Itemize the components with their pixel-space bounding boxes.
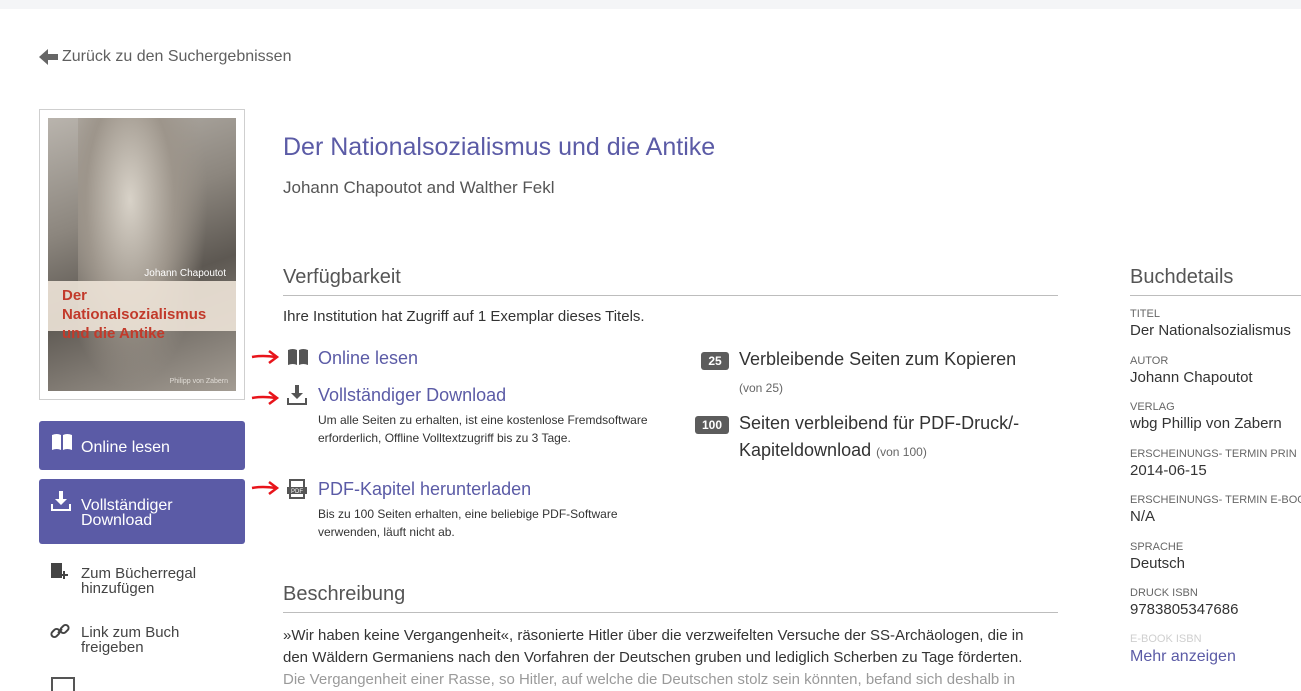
print-quota-label-line2: Kapiteldownload (von 100) <box>739 440 927 461</box>
red-arrow-icon <box>251 391 280 405</box>
full-download-button-label: Vollständiger Download <box>81 497 173 529</box>
book-cover: Johann Chapoutot Der Nationalsozialismus… <box>39 109 245 400</box>
svg-text:PDF: PDF <box>291 489 303 495</box>
add-to-bookshelf-label: Zum Bücherregal hinzufügen <box>81 565 197 597</box>
book-details-heading: Buchdetails <box>1130 266 1301 296</box>
read-online-button-label: Online lesen <box>81 439 170 456</box>
copy-quota-badge: 25 <box>701 352 729 370</box>
full-download-button[interactable]: Vollständiger Download <box>39 479 245 544</box>
detail-label: E-Book ISBN <box>1130 633 1202 645</box>
read-online-button[interactable]: Online lesen <box>39 421 245 470</box>
book-open-icon <box>288 349 308 365</box>
arrow-left-icon <box>39 49 58 65</box>
red-arrow-icon <box>251 481 280 495</box>
description-heading: Beschreibung <box>283 583 1058 613</box>
add-bookshelf-icon <box>51 563 68 579</box>
download-icon <box>51 491 71 511</box>
cover-title: Der Nationalsozialismus und die Antike <box>62 287 207 342</box>
back-to-results-link[interactable]: Zurück zu den Suchergebnissen <box>39 48 291 66</box>
detail-value: N/A <box>1130 508 1156 525</box>
download-icon <box>287 385 307 405</box>
book-open-icon <box>52 434 72 450</box>
description-text: »Wir haben keine Vergangenheit«, räsonie… <box>283 625 1063 691</box>
copy-quota-label: Verbleibende Seiten zum Kopieren <box>739 349 1017 369</box>
detail-value: wbg Phillip von Zabern <box>1130 415 1282 432</box>
link-icon <box>50 623 70 639</box>
pdf-chapter-note: Bis zu 100 Seiten erhalten, eine beliebi… <box>318 507 618 539</box>
detail-label: Titel <box>1130 308 1160 320</box>
detail-value: Der Nationalsozialismus <box>1130 322 1291 339</box>
cover-image: Johann Chapoutot Der Nationalsozialismus… <box>48 118 236 391</box>
book-title: Der Nationalsozialismus und die Antike <box>283 133 716 161</box>
cover-statue <box>78 118 208 391</box>
detail-label: Verlag <box>1130 401 1175 413</box>
show-more-link[interactable]: Mehr anzeigen <box>1130 648 1236 666</box>
detail-value: Johann Chapoutot <box>1130 369 1253 386</box>
detail-label: Erscheinungs- Termin E-Boo <box>1130 494 1301 506</box>
more-actions-icon[interactable] <box>51 677 75 691</box>
read-online-link[interactable]: Online lesen <box>318 348 418 369</box>
description-line: den Wäldern Germaniens nach den Vorfahre… <box>283 649 1023 666</box>
detail-label: Autor <box>1130 355 1169 367</box>
description-line: »Wir haben keine Vergangenheit«, räsonie… <box>283 627 1024 644</box>
detail-value: 9783805347686 <box>1130 601 1239 618</box>
detail-label: Sprache <box>1130 541 1184 553</box>
detail-label: Erscheinungs- Termin Prin <box>1130 448 1297 460</box>
print-quota-label-line2-text: Kapiteldownload <box>739 440 872 460</box>
access-text: Ihre Institution hat Zugriff auf 1 Exemp… <box>283 308 645 325</box>
detail-value: Deutsch <box>1130 555 1186 572</box>
back-link-label: Zurück zu den Suchergebnissen <box>62 48 292 65</box>
full-download-note: Um alle Seiten zu erhalten, ist eine kos… <box>318 413 648 445</box>
pdf-chapter-link[interactable]: PDF-Kapitel herunterladen <box>318 479 531 500</box>
pdf-icon: PDF <box>287 479 307 499</box>
copy-quota-sub: (von 25) <box>739 381 784 395</box>
detail-value: 2014-06-15 <box>1130 462 1207 479</box>
top-bar <box>0 0 1301 9</box>
cover-author: Johann Chapoutot <box>144 268 226 279</box>
availability-heading: Verfügbarkeit <box>283 266 1058 296</box>
detail-label: Druck ISBN <box>1130 587 1198 599</box>
red-arrow-icon <box>251 350 280 364</box>
print-quota-badge: 100 <box>695 416 729 434</box>
print-quota-label-line1: Seiten verbleibend für PDF-Druck/- <box>739 413 1020 433</box>
print-quota-sub: (von 100) <box>876 445 927 459</box>
cover-publisher: Philipp von Zabern <box>169 378 228 385</box>
book-authors: Johann Chapoutot and Walther Fekl <box>283 178 555 197</box>
description-line: Die Vergangenheit einer Rasse, so Hitler… <box>283 671 1016 688</box>
share-link-label: Link zum Buch freigeben <box>81 624 180 656</box>
full-download-link[interactable]: Vollständiger Download <box>318 385 506 406</box>
